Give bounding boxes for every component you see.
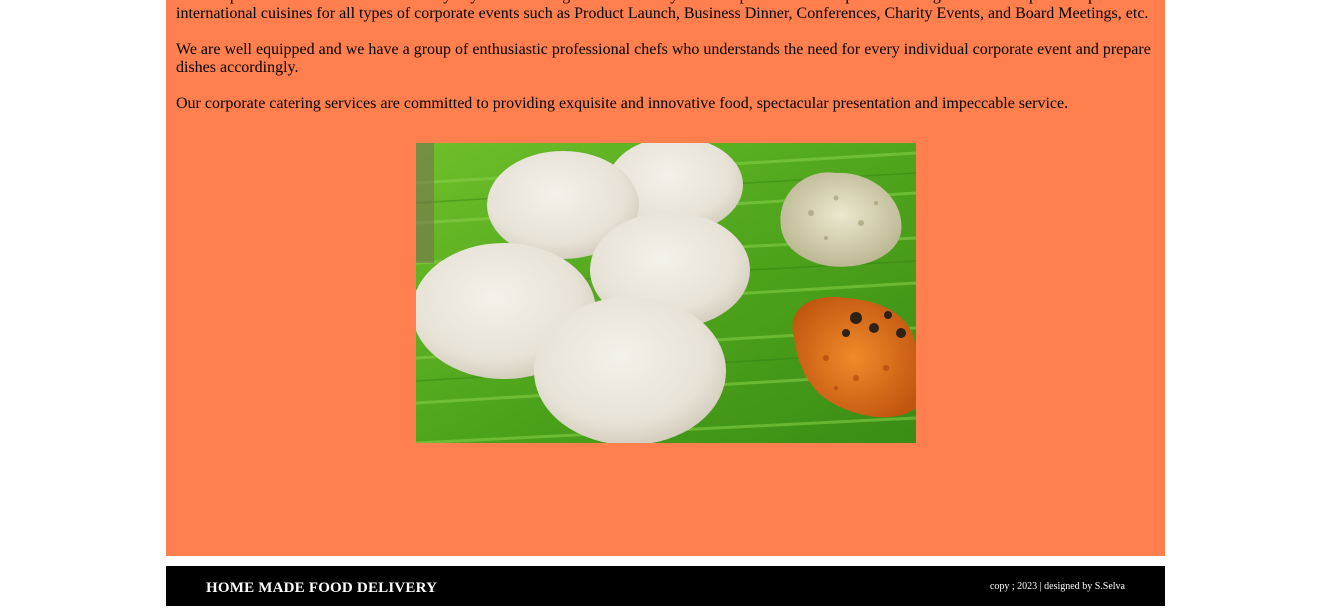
about-text: We will provide office lunch on time eve…: [176, 0, 1155, 113]
footer-brand: HOME MADE FOOD DELIVERY: [206, 580, 438, 596]
content-panel: We will provide office lunch on time eve…: [166, 0, 1165, 556]
paragraph-services: Our corporate catering services are comm…: [176, 95, 1069, 112]
paragraph-chefs: We are well equipped and we have a group…: [176, 41, 1151, 76]
footer-credit: copy ; 2023 | designed by S.Selva: [989, 581, 1125, 592]
site-footer: HOME MADE FOOD DELIVERY copy ; 2023 | de…: [166, 566, 1165, 606]
paragraph-corporate-lunch: We will provide office lunch on time eve…: [176, 0, 1153, 22]
food-photo: [416, 143, 916, 443]
